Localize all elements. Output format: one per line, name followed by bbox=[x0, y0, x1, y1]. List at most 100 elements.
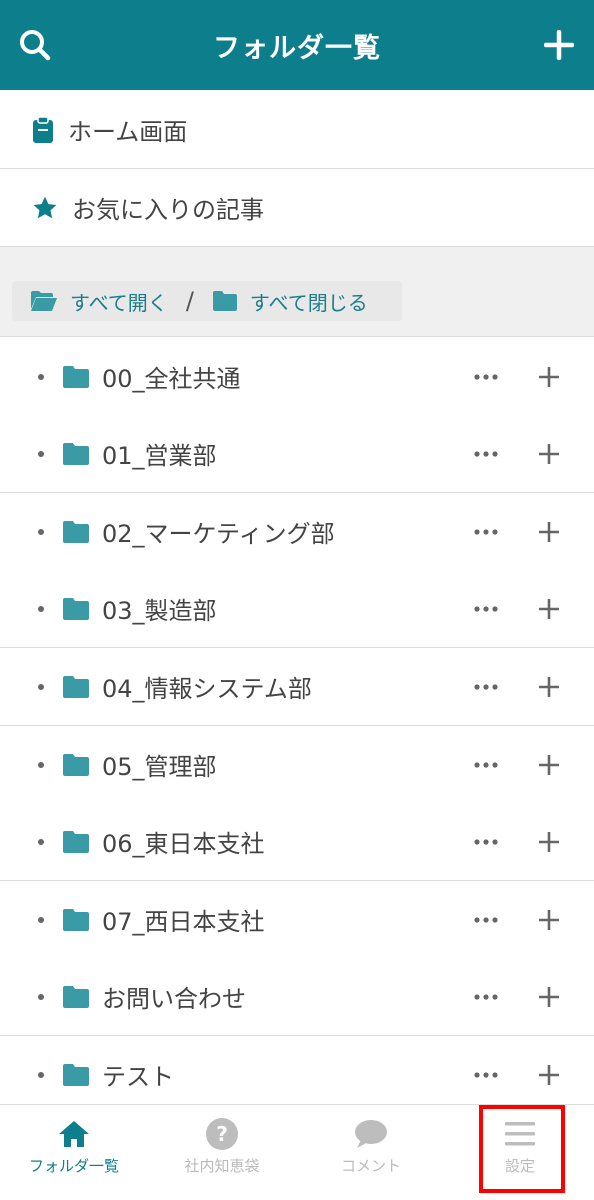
home-screen-label: ホーム画面 bbox=[68, 118, 188, 146]
clipboard-icon bbox=[33, 115, 53, 143]
add-subfolder-button[interactable] bbox=[532, 589, 566, 629]
bottom-tab-bar: フォルダ一覧 ? 社内知恵袋 コメント 設定 bbox=[0, 1104, 594, 1200]
folder-name[interactable]: テスト bbox=[102, 1057, 174, 1092]
svg-text:?: ? bbox=[216, 1122, 228, 1146]
tab-label: コメント bbox=[340, 1157, 401, 1175]
folder-icon bbox=[63, 830, 89, 853]
favorite-articles-link[interactable]: お気に入りの記事 bbox=[0, 169, 594, 247]
folder-row[interactable]: 03_製造部 bbox=[0, 570, 594, 648]
more-horizontal-icon bbox=[474, 761, 498, 768]
list-bullet bbox=[38, 761, 44, 768]
plus-icon bbox=[539, 831, 559, 852]
more-options-button[interactable] bbox=[470, 512, 502, 552]
more-options-button[interactable] bbox=[470, 977, 502, 1017]
search-icon bbox=[20, 30, 51, 61]
list-bullet bbox=[38, 838, 44, 845]
folder-name[interactable]: お問い合わせ bbox=[102, 979, 246, 1014]
plus-icon bbox=[539, 366, 559, 387]
expand-all-button[interactable]: すべて開く bbox=[30, 287, 168, 316]
folder-row[interactable]: テスト bbox=[0, 1036, 594, 1114]
tab-label: 設定 bbox=[504, 1157, 535, 1175]
plus-icon bbox=[539, 676, 559, 697]
favorite-articles-label: お気に入りの記事 bbox=[72, 196, 264, 224]
chat-bubble-icon bbox=[355, 1120, 387, 1148]
folder-name[interactable]: 06_東日本支社 bbox=[102, 824, 265, 859]
plus-icon bbox=[544, 30, 574, 60]
folder-name[interactable]: 02_マーケティング部 bbox=[102, 514, 335, 549]
more-horizontal-icon bbox=[474, 605, 498, 612]
question-icon: ? bbox=[206, 1118, 238, 1150]
folder-name[interactable]: 07_西日本支社 bbox=[102, 902, 265, 937]
add-subfolder-button[interactable] bbox=[532, 434, 566, 474]
list-bullet bbox=[38, 1071, 44, 1078]
tab-folder-list[interactable]: フォルダ一覧 bbox=[0, 1105, 148, 1200]
plus-icon bbox=[539, 909, 559, 930]
home-icon bbox=[59, 1121, 89, 1147]
menu-icon bbox=[505, 1122, 535, 1146]
folder-icon bbox=[63, 597, 89, 620]
tab-label: フォルダ一覧 bbox=[28, 1157, 119, 1175]
page-title: フォルダ一覧 bbox=[213, 32, 381, 64]
more-options-button[interactable] bbox=[470, 900, 502, 940]
add-subfolder-button[interactable] bbox=[532, 822, 566, 862]
folder-icon bbox=[63, 985, 89, 1008]
folder-icon bbox=[63, 753, 89, 776]
add-subfolder-button[interactable] bbox=[532, 667, 566, 707]
plus-icon bbox=[539, 754, 559, 775]
add-subfolder-button[interactable] bbox=[532, 357, 566, 397]
more-horizontal-icon bbox=[474, 528, 498, 535]
folder-name[interactable]: 00_全社共通 bbox=[102, 359, 241, 394]
folder-row[interactable]: 00_全社共通 bbox=[0, 338, 594, 416]
collapse-all-button[interactable]: すべて閉じる bbox=[212, 287, 368, 316]
search-button[interactable] bbox=[0, 0, 70, 90]
folder-row[interactable]: お問い合わせ bbox=[0, 958, 594, 1036]
folder-name[interactable]: 05_管理部 bbox=[102, 747, 217, 782]
folder-icon bbox=[63, 442, 89, 465]
folder-row[interactable]: 05_管理部 bbox=[0, 726, 594, 804]
add-subfolder-button[interactable] bbox=[532, 1055, 566, 1095]
more-options-button[interactable] bbox=[470, 667, 502, 707]
folder-row[interactable]: 01_営業部 bbox=[0, 415, 594, 493]
more-horizontal-icon bbox=[474, 838, 498, 845]
add-subfolder-button[interactable] bbox=[532, 512, 566, 552]
more-horizontal-icon bbox=[474, 450, 498, 457]
home-screen-link[interactable]: ホーム画面 bbox=[0, 91, 594, 169]
folder-icon bbox=[63, 1063, 89, 1086]
folder-name[interactable]: 03_製造部 bbox=[102, 591, 217, 626]
tab-comments[interactable]: コメント bbox=[297, 1105, 445, 1200]
tab-settings[interactable]: 設定 bbox=[446, 1105, 594, 1200]
more-options-button[interactable] bbox=[470, 357, 502, 397]
folder-row[interactable]: 04_情報システム部 bbox=[0, 648, 594, 726]
list-bullet bbox=[38, 373, 44, 380]
add-subfolder-button[interactable] bbox=[532, 900, 566, 940]
folder-row[interactable]: 06_東日本支社 bbox=[0, 803, 594, 881]
list-bullet bbox=[38, 450, 44, 457]
more-options-button[interactable] bbox=[470, 589, 502, 629]
list-bullet bbox=[38, 916, 44, 923]
folder-open-icon bbox=[31, 291, 57, 311]
add-subfolder-button[interactable] bbox=[532, 977, 566, 1017]
plus-icon bbox=[539, 443, 559, 464]
folder-icon bbox=[63, 520, 89, 543]
folder-row[interactable]: 02_マーケティング部 bbox=[0, 493, 594, 571]
plus-icon bbox=[539, 986, 559, 1007]
folder-row[interactable]: 07_西日本支社 bbox=[0, 881, 594, 959]
add-subfolder-button[interactable] bbox=[532, 745, 566, 785]
toggle-separator: / bbox=[185, 287, 194, 315]
folder-icon bbox=[63, 908, 89, 931]
more-horizontal-icon bbox=[474, 993, 498, 1000]
more-options-button[interactable] bbox=[470, 1055, 502, 1095]
folder-name[interactable]: 01_営業部 bbox=[102, 436, 217, 471]
folder-icon bbox=[63, 675, 89, 698]
folder-name[interactable]: 04_情報システム部 bbox=[102, 669, 312, 704]
list-bullet bbox=[38, 683, 44, 690]
more-horizontal-icon bbox=[474, 916, 498, 923]
star-icon bbox=[33, 196, 57, 218]
tab-knowledge[interactable]: ? 社内知恵袋 bbox=[148, 1105, 296, 1200]
add-folder-button[interactable] bbox=[524, 0, 594, 90]
more-horizontal-icon bbox=[474, 683, 498, 690]
more-options-button[interactable] bbox=[470, 822, 502, 862]
more-options-button[interactable] bbox=[470, 434, 502, 474]
more-options-button[interactable] bbox=[470, 745, 502, 785]
more-horizontal-icon bbox=[474, 373, 498, 380]
